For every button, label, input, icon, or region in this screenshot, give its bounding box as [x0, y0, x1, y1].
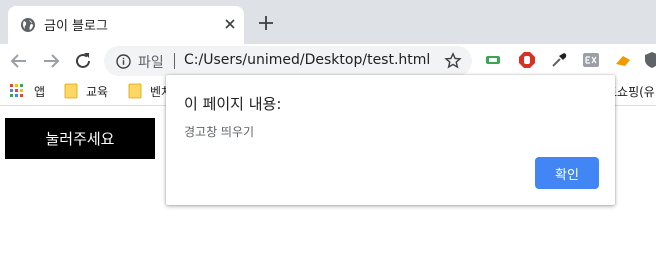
scheme-label: 파일 — [138, 55, 164, 71]
url-text[interactable]: C:/Users/unimed/Desktop/test.html — [184, 52, 430, 68]
address-bar[interactable]: 파일 C:/Users/unimed/Desktop/test.html — [104, 46, 472, 76]
ok-button[interactable]: 확인 — [535, 157, 599, 189]
tab-title: 금이 블로그 — [44, 19, 108, 34]
folder-icon — [64, 83, 78, 99]
stop-hand-icon[interactable] — [518, 51, 536, 69]
info-icon[interactable] — [116, 54, 131, 69]
bookmark-folder-education[interactable]: 교육 — [64, 81, 108, 101]
omnibox-divider — [174, 53, 175, 69]
shield-icon[interactable] — [643, 51, 656, 69]
tab-strip: 금이 블로그 — [0, 0, 656, 44]
apps-grid-icon — [10, 84, 23, 97]
globe-icon — [21, 18, 35, 32]
ex-extension-icon[interactable] — [582, 51, 600, 69]
eyedropper-icon[interactable] — [550, 51, 568, 69]
alert-dialog: 이 페이지 내용: 경고창 띄우기 확인 — [166, 75, 615, 205]
tag-icon[interactable] — [484, 51, 502, 69]
reload-icon[interactable] — [72, 50, 94, 72]
forward-arrow-icon[interactable] — [40, 50, 62, 72]
browser-toolbar: 파일 C:/Users/unimed/Desktop/test.html — [0, 44, 656, 78]
back-arrow-icon[interactable] — [8, 50, 30, 72]
orange-arrow-icon[interactable] — [614, 51, 632, 69]
press-button[interactable]: 눌러주세요 — [5, 118, 155, 159]
browser-tab[interactable]: 금이 블로그 — [8, 6, 244, 44]
bookmark-label: 교육 — [86, 84, 109, 99]
dialog-title: 이 페이지 내용: — [184, 95, 282, 113]
new-tab-plus-icon[interactable] — [256, 13, 276, 33]
bookmark-star-icon[interactable] — [444, 52, 462, 70]
bookmark-apps[interactable]: 앱 — [10, 81, 45, 101]
dialog-message: 경고창 띄우기 — [184, 125, 255, 139]
close-icon[interactable] — [222, 16, 238, 32]
folder-icon — [128, 83, 142, 99]
bookmark-label: 앱 — [34, 84, 46, 99]
